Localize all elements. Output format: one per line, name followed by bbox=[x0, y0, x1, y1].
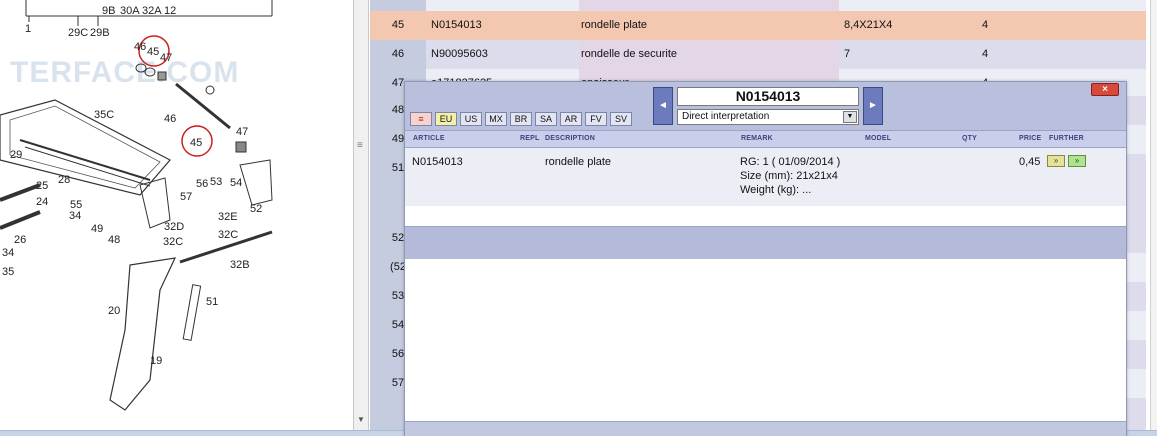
market-chip-us[interactable]: US bbox=[460, 112, 482, 126]
diagram-label: 57 bbox=[180, 191, 192, 203]
table-row[interactable]: 46 N90095603 rondelle de securite 7 4 bbox=[370, 40, 1146, 69]
market-chip-eu[interactable]: EU bbox=[435, 112, 457, 126]
diagram-label: 56 bbox=[196, 178, 208, 190]
market-chip-br[interactable]: BR bbox=[510, 112, 532, 126]
further-info-button[interactable]: » bbox=[1047, 155, 1065, 167]
row-article: N90095603 bbox=[431, 48, 488, 60]
diagram-label: 52 bbox=[250, 203, 262, 215]
row-description: rondelle plate bbox=[579, 11, 839, 40]
diagram-label: 34 bbox=[2, 247, 14, 259]
result-remark-line: RG: 1 ( 01/09/2014 ) bbox=[740, 156, 841, 168]
diagram-watermark: TERFACE.COM bbox=[10, 56, 239, 89]
col-description: DESCRIPTION bbox=[545, 135, 596, 142]
diagram-label: 47 bbox=[160, 52, 172, 64]
result-row[interactable]: N0154013 rondelle plate RG: 1 ( 01/09/20… bbox=[405, 148, 1126, 206]
market-chip-sa[interactable]: SA bbox=[535, 112, 557, 126]
diagram-label: 48 bbox=[108, 234, 120, 246]
diagram-label: 54 bbox=[230, 177, 242, 189]
interpretation-value: Direct interpretation bbox=[682, 111, 770, 122]
diagram-label: 32A bbox=[142, 5, 162, 17]
diagram-label: 29B bbox=[90, 27, 110, 39]
diagram-label: 32C bbox=[163, 236, 183, 248]
diagram-label: 45 bbox=[190, 137, 202, 149]
row-qty: 4 bbox=[982, 11, 1012, 40]
app-window: TERFACE.COM 9B 30A 32A 12 1 29C 29B 46 4… bbox=[0, 0, 1157, 436]
diagram-label: 49 bbox=[91, 223, 103, 235]
diagram-label: 24 bbox=[36, 196, 48, 208]
diagram-label: 46 bbox=[164, 113, 176, 125]
market-chip-ar[interactable]: AR bbox=[560, 112, 582, 126]
diagram-label: 29 bbox=[10, 149, 22, 161]
market-chip-fv[interactable]: FV bbox=[585, 112, 607, 126]
interpretation-select[interactable]: Direct interpretation ▼ bbox=[677, 109, 859, 125]
diagram-label: 32E bbox=[218, 211, 238, 223]
diagram-label: 32D bbox=[164, 221, 184, 233]
col-remark: REMARK bbox=[741, 135, 773, 142]
result-remark-line: Weight (kg): ... bbox=[740, 184, 812, 196]
chevron-down-icon[interactable]: ▼ bbox=[843, 111, 857, 123]
popup-header: × ≡ EU US MX BR SA AR FV SV ◄ N0154013 D… bbox=[405, 82, 1126, 130]
diagram-label: 45 bbox=[147, 46, 159, 58]
article-lookup-popup: × ≡ EU US MX BR SA AR FV SV ◄ N0154013 D… bbox=[404, 81, 1127, 436]
row-article: N0154013 bbox=[429, 11, 575, 40]
market-chip-sv[interactable]: SV bbox=[610, 112, 632, 126]
col-model: MODEL bbox=[865, 135, 892, 142]
article-number-input[interactable]: N0154013 bbox=[677, 87, 859, 106]
diagram-label: 1 bbox=[25, 23, 31, 35]
menu-icon[interactable]: ≡ bbox=[410, 112, 432, 126]
popup-divider-band bbox=[405, 226, 1126, 259]
diagram-label: 35 bbox=[2, 266, 14, 278]
result-description: rondelle plate bbox=[545, 156, 612, 168]
market-chip-mx[interactable]: MX bbox=[485, 112, 507, 126]
diagram-label: 30A bbox=[120, 5, 140, 17]
row-position: 45 bbox=[370, 11, 426, 40]
diagram-label: 46 bbox=[134, 41, 146, 53]
result-remark-line: Size (mm): 21x21x4 bbox=[740, 170, 838, 182]
scroll-down-icon[interactable]: ▼ bbox=[357, 415, 365, 424]
diagram-label: 19 bbox=[150, 355, 162, 367]
diagram-label: 53 bbox=[210, 176, 222, 188]
diagram-label: 28 bbox=[58, 174, 70, 186]
table-row-selected[interactable]: 45 N0154013 rondelle plate 8,4X21X4 4 bbox=[370, 11, 1146, 40]
col-qty: QTY bbox=[962, 135, 977, 142]
diagram-label: 29C bbox=[68, 27, 88, 39]
diagram-drawing: TERFACE.COM 9B 30A 32A 12 1 29C 29B 46 4… bbox=[0, 0, 273, 411]
row-position: 46 bbox=[370, 40, 426, 69]
diagram-label: 20 bbox=[108, 305, 120, 317]
col-article: ARTICLE bbox=[413, 135, 445, 142]
diagram-label: 34 bbox=[69, 210, 81, 222]
col-repl: REPL bbox=[520, 135, 540, 142]
popup-footer bbox=[405, 421, 1126, 436]
diagram-label: 9B bbox=[102, 5, 115, 17]
diagram-label: 51 bbox=[206, 296, 218, 308]
previous-article-button[interactable]: ◄ bbox=[653, 87, 673, 125]
diagram-label: 32B bbox=[230, 259, 250, 271]
exploded-parts-diagram[interactable]: TERFACE.COM 9B 30A 32A 12 1 29C 29B 46 4… bbox=[0, 0, 353, 430]
splitter-grip-icon[interactable]: ≡ bbox=[357, 140, 363, 151]
col-further: FURTHER bbox=[1049, 135, 1084, 142]
row-description: rondelle de securite bbox=[579, 40, 839, 69]
result-column-header: ARTICLE REPL DESCRIPTION REMARK MODEL QT… bbox=[405, 130, 1126, 148]
row-remark: 7 bbox=[844, 48, 851, 60]
diagram-label: 26 bbox=[14, 234, 26, 246]
pane-splitter[interactable]: ≡ ▼ bbox=[353, 0, 369, 430]
table-scrollbar[interactable] bbox=[1150, 0, 1157, 430]
next-article-button[interactable]: ► bbox=[863, 87, 883, 125]
add-to-cart-button[interactable]: » bbox=[1068, 155, 1086, 167]
row-remark: 8,4X21X4 bbox=[844, 11, 974, 40]
result-price: 0,45 bbox=[1019, 156, 1041, 168]
diagram-label: 32C bbox=[218, 229, 238, 241]
close-button[interactable]: × bbox=[1091, 83, 1119, 96]
diagram-label: 35C bbox=[94, 109, 114, 121]
result-article: N0154013 bbox=[412, 156, 463, 168]
col-price: PRICE bbox=[1019, 135, 1042, 142]
row-qty: 4 bbox=[982, 48, 989, 60]
diagram-label: 47 bbox=[236, 126, 248, 138]
diagram-label: 12 bbox=[164, 5, 176, 17]
